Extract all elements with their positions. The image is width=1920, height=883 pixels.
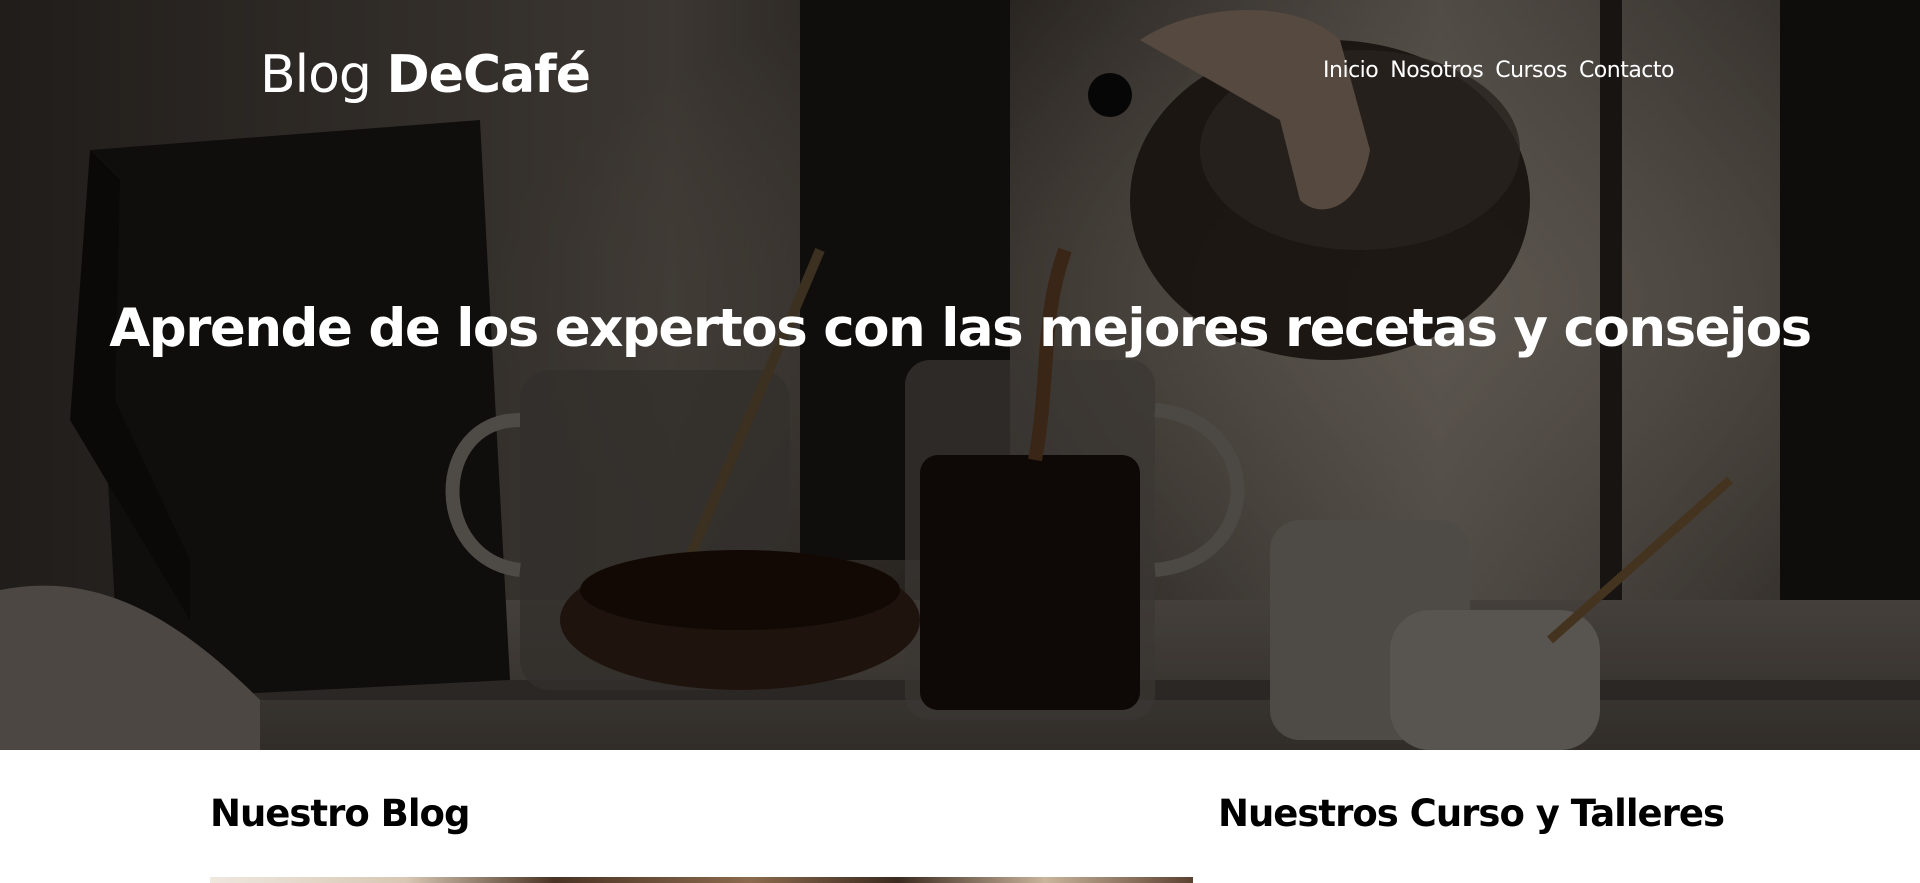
main-content: Nuestro Blog Nuestros Curso y Talleres [0,750,1920,883]
logo-bold-text: DeCafé [386,45,591,105]
courses-section-title: Nuestros Curso y Talleres [1218,792,1725,835]
hero-section: Blog DeCafé Inicio Nosotros Cursos Conta… [0,0,1920,750]
site-header: Blog DeCafé Inicio Nosotros Cursos Conta… [0,36,1920,116]
nav-item-inicio[interactable]: Inicio [1323,58,1379,83]
hero-heading: Aprende de los expertos con las mejores … [109,298,1812,359]
blog-entry-image[interactable] [210,877,1193,883]
site-logo[interactable]: Blog DeCafé [260,44,591,106]
nav-item-contacto[interactable]: Contacto [1579,58,1675,83]
logo-light-text: Blog [260,45,387,105]
nav-item-nosotros[interactable]: Nosotros [1390,58,1483,83]
nav-item-cursos[interactable]: Cursos [1495,58,1567,83]
main-nav: Inicio Nosotros Cursos Contacto [1323,58,1674,83]
blog-section-title: Nuestro Blog [210,792,470,835]
